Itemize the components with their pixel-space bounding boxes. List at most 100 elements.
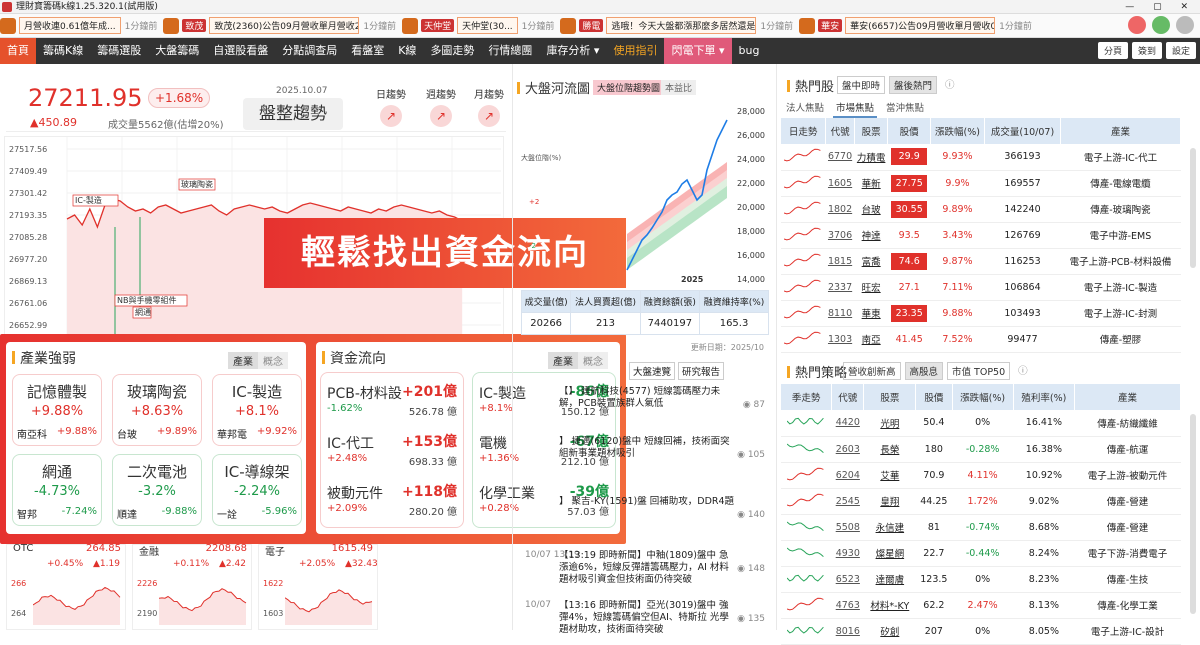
table-row[interactable]: 1802 台玻 30.55 9.89% 142240 傳產-玻璃陶瓷 [781,196,1181,223]
tab-top50[interactable]: 市值 TOP50 [947,362,1011,380]
tab-daytrade[interactable]: 當沖焦點 [883,98,927,118]
nav-item[interactable]: 庫存分析 ▾ [539,38,606,64]
stock-code[interactable]: 2603 [831,436,864,463]
strategy-scrollbar[interactable] [1190,414,1196,614]
nav-right-button[interactable]: 簽到 [1131,42,1162,59]
stock-code[interactable]: 6770 [825,144,855,171]
monthly-trend[interactable]: 月趨勢 ↗ [464,86,514,127]
mini-index-card[interactable]: 電子 1615.49 +2.05% ▲32.43 1622 1603 [258,543,378,630]
tab-market-focus[interactable]: 市場焦點 [833,98,878,118]
table-header[interactable]: 股價 [915,384,953,410]
mini-index-card[interactable]: OTC 264.85 +0.45% ▲1.19 266 264 [6,543,126,630]
table-row[interactable]: 4763 材料*-KY 62.2 2.47% 8.13% 傳產-化學工業 [781,592,1181,619]
nav-right-button[interactable]: 分頁 [1097,42,1128,59]
stock-name[interactable]: 材料*-KY [863,592,916,619]
ticker-item[interactable]: 月營收連0.61億年成... 1分鐘前 [0,17,157,34]
tab-industry[interactable]: 產業 [228,352,258,369]
stock-code[interactable]: 4763 [831,592,864,619]
stock-name[interactable]: 皇翔 [863,488,916,515]
stock-name[interactable]: 台玻 [854,196,888,223]
nav-item[interactable]: 分點調查局 [275,38,344,64]
stock-code[interactable]: 2337 [825,274,855,301]
nav-item[interactable]: 首頁 [0,38,36,64]
nav-item[interactable]: bug [732,38,767,64]
table-row[interactable]: 1303 南亞 41.45 7.52% 99477 傳產-塑膠 [781,326,1181,353]
tab-after-hours[interactable]: 盤後熱門 [889,76,938,94]
tab-river-level[interactable]: 大盤位階趨勢圖 [593,80,665,95]
tab-revenue-high[interactable]: 營收創新高 [843,362,901,380]
stock-code[interactable]: 1605 [825,170,855,197]
industry-card[interactable]: IC-導線架 -2.24% 一詮 -5.96% [212,454,302,526]
tab-intraday[interactable]: 盤中即時 [837,76,886,94]
tab-pe-ratio[interactable]: 本益比 [661,80,697,95]
nav-item[interactable]: K線 [391,38,423,64]
stock-code[interactable]: 2545 [831,488,864,515]
table-header[interactable]: 產業 [1060,118,1182,144]
stock-name[interactable]: 南亞 [854,326,888,353]
table-header[interactable]: 股票 [863,384,917,410]
table-header[interactable]: 股票 [854,118,889,144]
stock-name[interactable]: 華東 [854,300,888,327]
table-row[interactable]: 4420 光明 50.4 0% 16.41% 傳產-紡織纖維 [781,410,1181,437]
industry-card[interactable]: 網通 -4.73% 智邦 -7.24% [12,454,102,526]
table-row[interactable]: 1815 富喬 74.6 9.87% 116253 電子上游-PCB-材料設備 [781,248,1181,275]
stock-code[interactable]: 6204 [831,462,864,489]
industry-card[interactable]: 玻璃陶瓷 +8.63% 台玻 +9.89% [112,374,202,446]
table-header[interactable]: 成交量(10/07) [984,118,1061,144]
flow-row[interactable]: IC-代工 +153億 +2.48% 698.33 億 [327,429,457,473]
table-row[interactable]: 6204 艾華 70.9 4.11% 10.92% 電子上游-被動元件 [781,462,1181,489]
stock-code[interactable]: 3706 [825,222,855,249]
table-header[interactable]: 漲跌幅(%) [930,118,986,144]
weekly-trend[interactable]: 週趨勢 ↗ [416,86,466,127]
table-row[interactable]: 3706 神達 93.5 3.43% 126769 電子中游-EMS [781,222,1181,249]
hot-scrollbar[interactable] [1190,148,1196,268]
chat-icon[interactable] [1152,16,1170,34]
tab-institutional[interactable]: 法人焦點 [783,98,827,118]
nav-item[interactable]: 閃電下單 ▾ [664,38,732,64]
inflow-card[interactable]: PCB-材料設 +201億 -1.62% 526.78 億 IC-代工 +153億 +2.4… [320,372,464,528]
flow-row[interactable]: PCB-材料設 +201億 -1.62% 526.78 億 [327,379,457,423]
nav-item[interactable]: 看盤室 [344,38,391,64]
stock-name[interactable]: 艾華 [863,462,916,489]
nav-item[interactable]: 籌碼K線 [36,38,90,64]
table-row[interactable]: 2337 旺宏 27.1 7.11% 106864 電子上游-IC-製造 [781,274,1181,301]
stock-code[interactable]: 6523 [831,566,864,593]
table-header[interactable]: 日走勢 [781,118,827,144]
tab-high-dividend[interactable]: 高殷息 [904,362,944,380]
stock-code[interactable]: 1802 [825,196,855,223]
table-header[interactable]: 代號 [825,118,855,144]
ticker-item[interactable]: 勝電逃哦！今天大盤都漲那麼多居然還是跌，！1分鐘前 [560,17,793,34]
stock-name[interactable]: 力積電 [854,144,888,171]
stock-name[interactable]: 達爾膚 [863,566,916,593]
stock-name[interactable]: 燦星網 [863,540,916,567]
table-header[interactable]: 季走勢 [781,384,833,410]
ticker-item[interactable]: 天仲堂 天仲堂(30... 1分鐘前 [402,17,554,34]
stock-code[interactable]: 4420 [831,410,864,437]
table-row[interactable]: 6523 達爾膚 123.5 0% 8.23% 傳產-生技 [781,566,1181,593]
nav-item[interactable]: 自選股看盤 [206,38,275,64]
table-row[interactable]: 8016 矽創 207 0% 8.05% 電子上游-IC-設計 [781,618,1181,645]
nav-item[interactable]: 行情總團 [481,38,539,64]
mini-index-card[interactable]: 金融 2208.68 +0.11% ▲2.42 2226 2190 [132,543,252,630]
ticker-item[interactable]: 華安華安(6657)公告09月營收單月營收0.01億年成...1分鐘前 [799,17,1032,34]
window-controls[interactable]: — ▢ ✕ [1125,0,1196,14]
table-row[interactable]: 4930 燦星網 22.7 -0.44% 8.24% 電子下游-消費電子 [781,540,1181,567]
stock-name[interactable]: 富喬 [854,248,888,275]
ticker-item[interactable]: 致茂致茂(2360)公告09月營收單月營收22.38億...1分鐘前 [163,17,396,34]
stock-name[interactable]: 長榮 [863,436,916,463]
flow-row[interactable]: 被動元件 +118億 +2.09% 280.20 億 [327,479,457,523]
stock-code[interactable]: 1815 [825,248,855,275]
nav-right-button[interactable]: 設定 [1165,42,1196,59]
table-header[interactable]: 漲跌幅(%) [952,384,1014,410]
stock-code[interactable]: 8016 [831,618,864,645]
table-row[interactable]: 2545 皇翔 44.25 1.72% 9.02% 傳產-營建 [781,488,1181,515]
table-header[interactable]: 殖利率(%) [1013,384,1076,410]
nav-item[interactable]: 多圖走勢 [423,38,481,64]
stock-name[interactable]: 永信建 [863,514,916,541]
tab-research[interactable]: 研究報告 [678,362,725,380]
help-icon[interactable]: ⓘ [941,76,959,94]
more-icon[interactable] [1176,16,1194,34]
nav-item[interactable]: 使用指引 [606,38,664,64]
user-icon[interactable] [1128,16,1146,34]
stock-name[interactable]: 矽創 [863,618,916,645]
